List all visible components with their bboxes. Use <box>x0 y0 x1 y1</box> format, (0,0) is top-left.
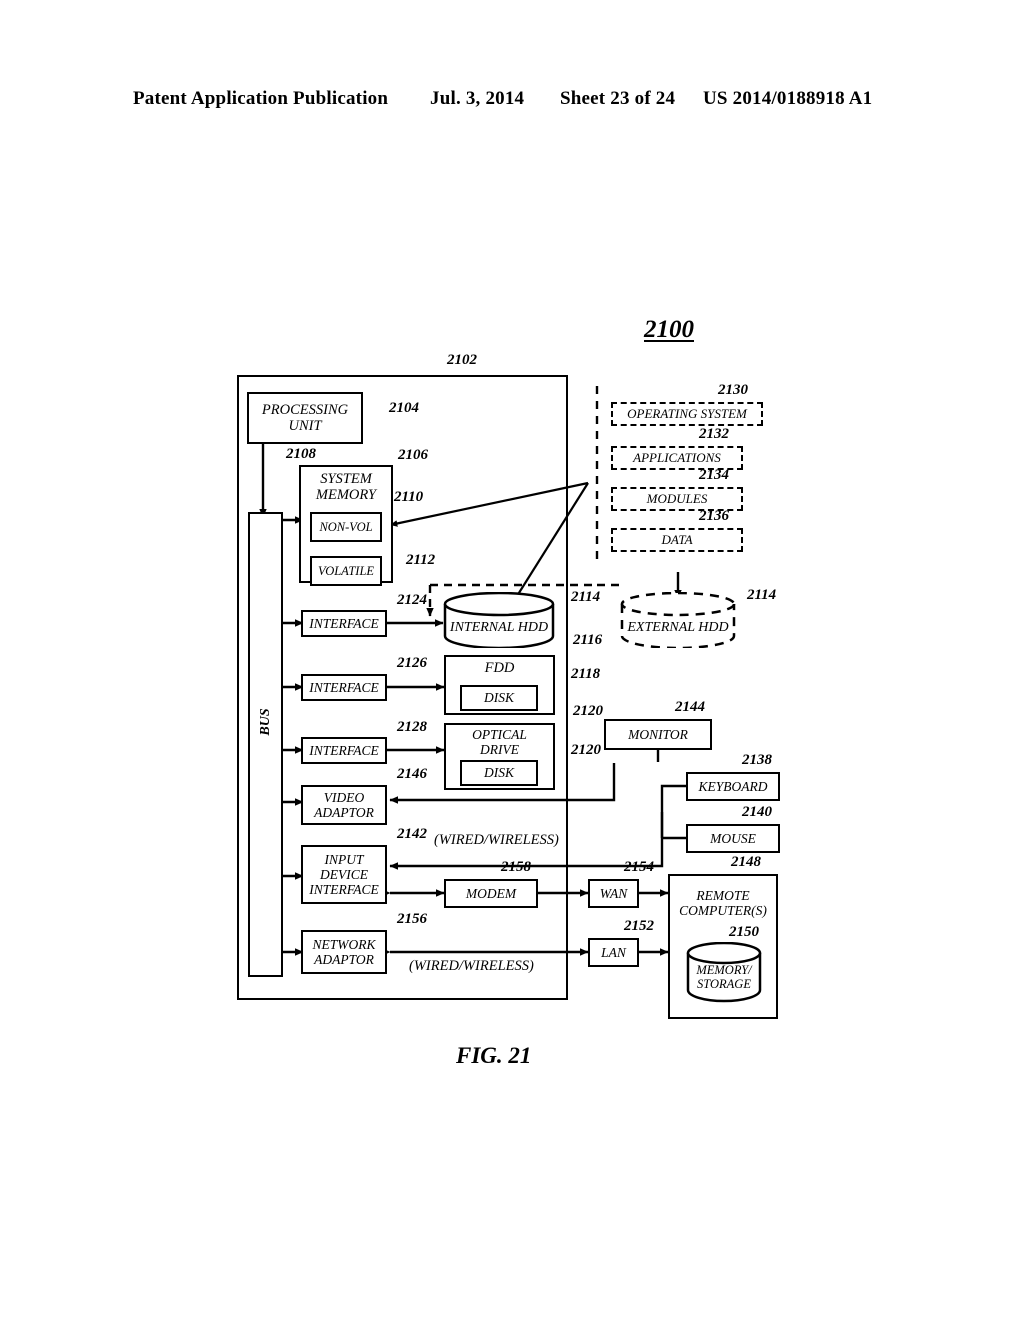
external-hdd-label: EXTERNAL HDD <box>627 620 729 635</box>
ref-2130: 2130 <box>718 382 748 398</box>
ref-2142: 2142 <box>397 826 427 842</box>
video-adaptor-label: VIDEO ADAPTOR <box>314 789 374 820</box>
mouse-box: MOUSE <box>686 824 780 853</box>
ref-2124: 2124 <box>397 592 427 608</box>
network-adaptor-box: NETWORK ADAPTOR <box>301 930 387 974</box>
reference-leader-lines <box>282 363 743 947</box>
header-publication: Patent Application Publication <box>133 88 389 109</box>
ref-2150: 2150 <box>729 924 759 940</box>
keyboard-label: KEYBOARD <box>698 778 768 794</box>
ref-2104: 2104 <box>389 400 419 416</box>
internal-hdd-cylinder: INTERNAL HDD <box>443 592 555 648</box>
ref-2110: 2110 <box>394 489 424 505</box>
ref-2114-external: 2114 <box>747 587 777 603</box>
ref-2132: 2132 <box>699 426 729 442</box>
input-device-interface-label: INPUT DEVICE INTERFACE <box>309 851 379 898</box>
non-vol-label: NON-VOL <box>319 520 373 534</box>
fdd-label: FDD <box>484 660 515 676</box>
wired-wireless-upper-label: (WIRED/WIRELESS) <box>434 832 559 848</box>
optical-disk-box: DISK <box>460 760 538 786</box>
operating-system-box: OPERATING SYSTEM <box>611 402 763 426</box>
ref-2152: 2152 <box>624 918 654 934</box>
network-adaptor-label: NETWORK ADAPTOR <box>312 936 376 967</box>
processing-unit-label: PROCESSING UNIT <box>261 401 349 434</box>
ref-2128: 2128 <box>397 719 427 735</box>
ref-2112: 2112 <box>406 552 436 568</box>
mouse-label: MOUSE <box>710 830 756 846</box>
ref-2116: 2116 <box>573 632 603 648</box>
header-sheet: Sheet 23 of 24 <box>560 88 676 109</box>
figure-caption: FIG. 21 <box>456 1043 532 1068</box>
memory-storage-label: MEMORY/ STORAGE <box>696 963 752 991</box>
interface-fdd-label: INTERFACE <box>309 679 379 695</box>
interface-hdd-box: INTERFACE <box>301 610 387 637</box>
wired-wireless-lower-label: (WIRED/WIRELESS) <box>409 958 534 974</box>
non-vol-box: NON-VOL <box>310 512 382 542</box>
ref-2126: 2126 <box>397 655 427 671</box>
remote-computers-label: REMOTE COMPUTER(S) <box>679 888 767 919</box>
bus-label: BUS <box>258 708 273 736</box>
data-label: DATA <box>661 532 693 547</box>
ref-2118: 2118 <box>571 666 601 682</box>
interface-hdd-label: INTERFACE <box>309 615 379 631</box>
monitor-box: MONITOR <box>604 719 712 750</box>
fdd-disk-box: DISK <box>460 685 538 711</box>
ref-2158: 2158 <box>501 859 531 875</box>
ref-2136: 2136 <box>699 508 729 524</box>
data-box: DATA <box>611 528 743 552</box>
ref-2108: 2108 <box>286 446 316 462</box>
lan-label: LAN <box>601 944 626 960</box>
external-hdd-cylinder: EXTERNAL HDD <box>620 592 736 648</box>
wan-box: WAN <box>588 879 639 908</box>
patent-figure-page: Patent Application Publication Jul. 3, 2… <box>0 0 1024 1320</box>
modules-label: MODULES <box>646 491 708 506</box>
ref-2102: 2102 <box>447 352 477 368</box>
ref-2120-disk: 2120 <box>571 742 601 758</box>
figure-number: 2100 <box>644 316 694 343</box>
ref-2134: 2134 <box>699 467 729 483</box>
ref-2114-internal: 2114 <box>571 589 601 605</box>
ref-2148: 2148 <box>731 854 761 870</box>
volatile-box: VOLATILE <box>310 556 382 586</box>
fdd-disk-label: DISK <box>484 690 514 706</box>
ref-2140: 2140 <box>742 804 772 820</box>
keyboard-box: KEYBOARD <box>686 772 780 801</box>
video-adaptor-box: VIDEO ADAPTOR <box>301 785 387 825</box>
optical-disk-label: DISK <box>484 765 514 781</box>
ref-2154: 2154 <box>624 859 654 875</box>
lan-box: LAN <box>588 938 639 967</box>
system-memory-label: SYSTEM MEMORY <box>315 471 377 504</box>
modem-label: MODEM <box>465 885 517 901</box>
applications-label: APPLICATIONS <box>633 450 721 465</box>
memory-storage-cylinder: MEMORY/ STORAGE <box>686 942 762 1004</box>
ref-2120-drive: 2120 <box>573 703 603 719</box>
ref-2146: 2146 <box>397 766 427 782</box>
interface-optical-box: INTERFACE <box>301 737 387 764</box>
header-date: Jul. 3, 2014 <box>430 88 525 109</box>
modem-box: MODEM <box>444 879 538 908</box>
ref-2138: 2138 <box>742 752 772 768</box>
header-patent-number: US 2014/0188918 A1 <box>703 88 873 109</box>
input-device-interface-box: INPUT DEVICE INTERFACE <box>301 845 387 904</box>
internal-hdd-label: INTERNAL HDD <box>449 620 549 635</box>
processing-unit-box: PROCESSING UNIT <box>247 392 363 444</box>
operating-system-label: OPERATING SYSTEM <box>627 406 747 421</box>
ref-2144: 2144 <box>675 699 705 715</box>
monitor-label: MONITOR <box>628 726 688 742</box>
ref-2106: 2106 <box>398 447 428 463</box>
ref-2156: 2156 <box>397 911 427 927</box>
wan-label: WAN <box>599 885 628 901</box>
optical-drive-label: OPTICAL DRIVE <box>472 727 527 758</box>
volatile-label: VOLATILE <box>317 564 375 578</box>
interface-fdd-box: INTERFACE <box>301 674 387 701</box>
interface-optical-label: INTERFACE <box>309 742 379 758</box>
